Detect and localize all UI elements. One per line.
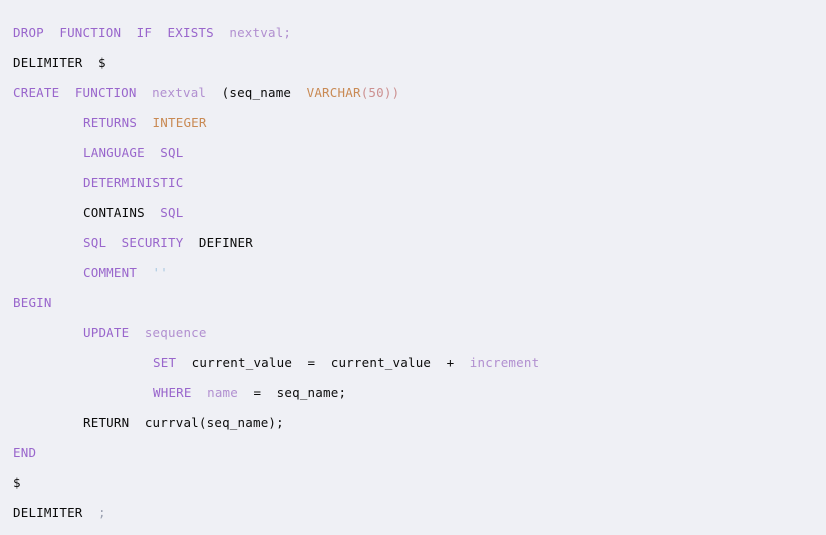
code-token-kw: WHERE [153,385,192,400]
code-token-kw: SECURITY [121,235,184,250]
code-token-kw: SET [153,355,177,370]
code-token-kw: RETURNS [83,115,138,130]
code-token-ident: increment [469,355,540,370]
code-token-kw: FUNCTION [59,25,122,40]
code-line: RETURNS INTEGER [0,108,826,138]
code-token-type: VARCHAR [306,85,361,100]
code-line: BEGIN [0,288,826,318]
code-line: CREATE FUNCTION nextval (seq_name VARCHA… [0,78,826,108]
code-token-kw: LANGUAGE [83,145,145,160]
code-token-kw: SQL [160,205,184,220]
code-line: DELIMITER ; [0,498,826,528]
code-token-plain: current_value [191,355,293,370]
code-token-plain: CONTAINS [83,205,145,220]
code-token-plain: RETURN [83,415,130,430]
code-line: DELIMITER $ [0,48,826,78]
code-token-kw: EXISTS [167,25,214,40]
code-token-kw: CREATE [13,85,60,100]
code-token-ident: nextval [152,85,207,100]
code-line: SET current_value = current_value + incr… [0,348,826,378]
code-line: UPDATE sequence [0,318,826,348]
sql-code-listing: DROP FUNCTION IF EXISTS nextval; DELIMITE… [0,0,826,528]
code-token-plain: DELIMITER [13,505,83,520]
code-token-plain: $ [13,475,21,490]
code-token-ident: sequence [144,325,207,340]
code-line: WHERE name = seq_name; [0,378,826,408]
code-token-plain: DELIMITER [13,55,83,70]
code-line: DROP FUNCTION IF EXISTS nextval; [0,18,826,48]
code-token-ident: nextval; [229,25,292,40]
code-line: LANGUAGE SQL [0,138,826,168]
code-token-plain: seq_name; [276,385,347,400]
code-line: CONTAINS SQL [0,198,826,228]
code-token-plain: = [292,355,331,370]
code-token-kw: COMMENT [83,265,138,280]
code-token-plain: DEFINER [198,235,253,250]
code-line: COMMENT '' [0,258,826,288]
code-token-plain: $ [97,55,106,70]
code-token-kw: DROP [13,25,44,40]
code-token-plain: current_value [330,355,432,370]
code-line: SQL SECURITY DEFINER [0,228,826,258]
code-token-kw: FUNCTION [74,85,137,100]
code-token-plain: currval(seq_name); [144,415,284,430]
code-token-kw: SQL [83,235,107,250]
code-line: DETERMINISTIC [0,168,826,198]
code-token-str: '' [152,265,168,280]
code-token-kw: UPDATE [83,325,130,340]
code-token-kw: END [13,445,37,460]
code-token-kw: SQL [160,145,184,160]
code-token-ident: name [207,385,238,400]
code-token-kw: BEGIN [13,295,52,310]
code-token-plain: (seq_name [221,85,292,100]
code-token-plain: + [431,355,470,370]
code-token-num: (50)) [360,85,400,100]
code-token-plain: = [238,385,277,400]
code-token-punct: ; [97,505,106,520]
code-line: RETURN currval(seq_name); [0,408,826,438]
code-token-kw: IF [136,25,153,40]
code-token-kw: DETERMINISTIC [83,175,184,190]
code-line: $ [0,468,826,498]
code-token-type: INTEGER [152,115,207,130]
code-line: END [0,438,826,468]
